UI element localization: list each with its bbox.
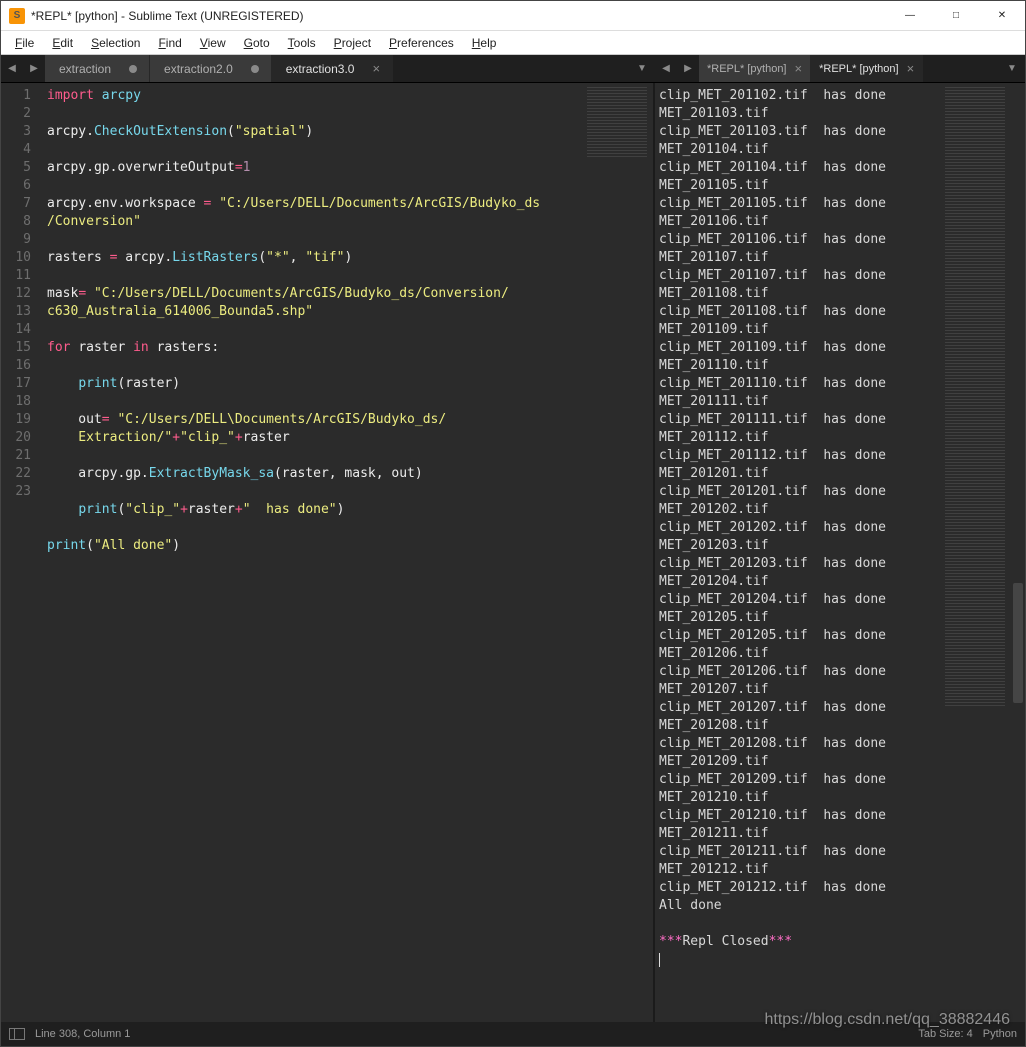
tab-label: *REPL* [python] <box>707 63 787 75</box>
tab-scroll-left-icon[interactable]: ◀ <box>655 55 677 82</box>
dirty-indicator-icon <box>129 65 137 73</box>
minimize-button[interactable]: — <box>887 1 933 31</box>
minimap[interactable] <box>939 83 1011 1022</box>
repl-output[interactable]: clip_MET_201102.tif has doneMET_201103.t… <box>655 83 939 1022</box>
menu-edit[interactable]: Edit <box>44 34 81 52</box>
menu-selection[interactable]: Selection <box>83 34 148 52</box>
menubar: FileEditSelectionFindViewGotoToolsProjec… <box>1 31 1025 55</box>
tab-close-icon[interactable]: × <box>907 61 915 76</box>
tab-dropdown-icon[interactable]: ▼ <box>629 55 655 82</box>
tab[interactable]: extraction2.0 <box>150 55 272 82</box>
menu-file[interactable]: File <box>7 34 42 52</box>
window-title: *REPL* [python] - Sublime Text (UNREGIST… <box>31 9 304 23</box>
tab[interactable]: extraction <box>45 55 150 82</box>
tab-label: extraction3.0 <box>286 62 355 76</box>
tab-label: *REPL* [python] <box>819 63 899 75</box>
tab[interactable]: extraction3.0 × <box>272 55 393 82</box>
menu-find[interactable]: Find <box>150 34 189 52</box>
status-position[interactable]: Line 308, Column 1 <box>35 1028 130 1040</box>
tab-scroll-right-icon[interactable]: ▶ <box>677 55 699 82</box>
tab-scroll-left-icon[interactable]: ◀ <box>1 55 23 82</box>
app-window: S *REPL* [python] - Sublime Text (UNREGI… <box>0 0 1026 1047</box>
titlebar: S *REPL* [python] - Sublime Text (UNREGI… <box>1 1 1025 31</box>
dirty-indicator-icon <box>251 65 259 73</box>
tab-label: extraction2.0 <box>164 62 233 76</box>
sidebar-toggle-icon[interactable] <box>9 1028 25 1040</box>
tab-dropdown-icon[interactable]: ▼ <box>999 55 1025 82</box>
status-indent[interactable]: Tab Size: 4 <box>918 1028 972 1040</box>
menu-help[interactable]: Help <box>464 34 505 52</box>
menu-project[interactable]: Project <box>326 34 379 52</box>
line-gutter: 1234567891011121314151617181920212223 <box>1 83 41 1022</box>
tab-bar: ◀ ▶ extraction extraction2.0 extraction3.0… <box>1 55 1025 83</box>
menu-view[interactable]: View <box>192 34 234 52</box>
code-editor[interactable]: import arcpy arcpy.CheckOutExtension("sp… <box>41 83 581 1022</box>
code-pane: 1234567891011121314151617181920212223 im… <box>1 83 655 1022</box>
menu-goto[interactable]: Goto <box>236 34 278 52</box>
statusbar: Line 308, Column 1 Tab Size: 4 Python <box>1 1022 1025 1046</box>
tab[interactable]: *REPL* [python] × <box>699 55 811 82</box>
menu-tools[interactable]: Tools <box>280 34 324 52</box>
minimap[interactable] <box>581 83 653 1022</box>
app-icon: S <box>9 8 25 24</box>
tab-scroll-right-icon[interactable]: ▶ <box>23 55 45 82</box>
tab[interactable]: *REPL* [python] × <box>811 55 923 82</box>
close-button[interactable]: ✕ <box>979 1 1025 31</box>
tab-close-icon[interactable]: × <box>372 61 380 76</box>
editor-panes: 1234567891011121314151617181920212223 im… <box>1 83 1025 1022</box>
tab-close-icon[interactable]: × <box>795 61 803 76</box>
status-syntax[interactable]: Python <box>983 1028 1017 1040</box>
tab-label: extraction <box>59 62 111 76</box>
menu-preferences[interactable]: Preferences <box>381 34 462 52</box>
repl-pane: clip_MET_201102.tif has doneMET_201103.t… <box>655 83 1025 1022</box>
maximize-button[interactable]: □ <box>933 1 979 31</box>
scrollbar[interactable] <box>1011 83 1025 1022</box>
